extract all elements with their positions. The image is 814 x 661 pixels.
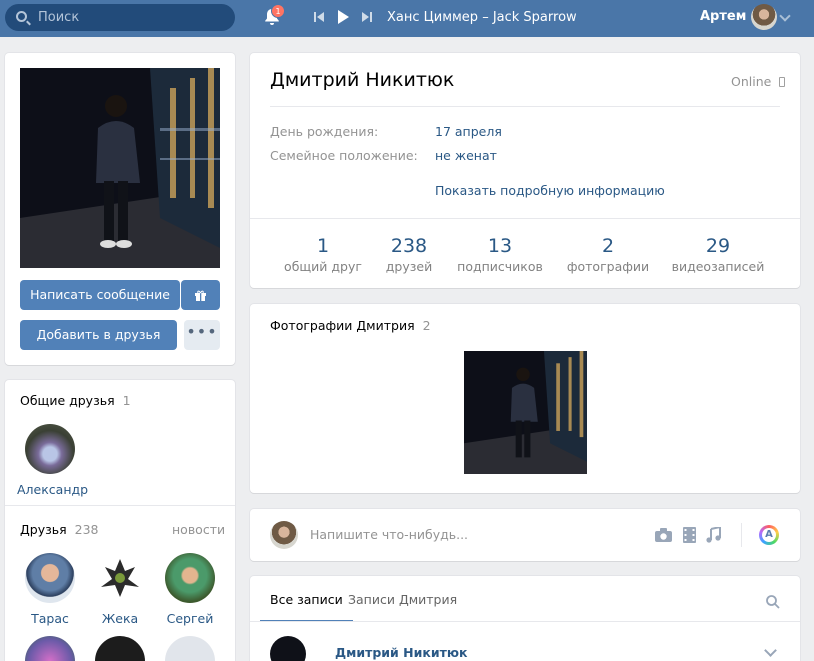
composer-input[interactable]: Напишите что-нибудь... (310, 527, 468, 542)
search-icon[interactable] (766, 595, 780, 609)
gift-icon (195, 290, 206, 301)
friend-name[interactable]: Александр (17, 482, 88, 497)
more-actions-button[interactable]: ••• (184, 320, 220, 350)
music-icon[interactable] (706, 527, 721, 543)
stat-friends[interactable]: 238 друзей (359, 235, 459, 274)
photos-title: Фотографии Дмитрия (270, 318, 415, 333)
camera-icon[interactable] (655, 528, 672, 542)
photos-count: 2 (422, 318, 431, 333)
composer-avatar (270, 521, 298, 549)
friend-avatar-alexandr[interactable] (25, 424, 75, 474)
current-user-avatar[interactable] (751, 4, 777, 30)
friend-name[interactable]: Жека (87, 611, 153, 626)
notification-badge: 1 (271, 4, 285, 18)
friend-avatar-zheka[interactable] (95, 553, 145, 603)
post-composer: Напишите что-нибудь... A (250, 509, 800, 561)
tab-owner-posts[interactable]: Записи Дмитрия (348, 592, 457, 607)
info-label: День рождения: (270, 124, 379, 139)
top-bar: Поиск 1 Ханс Циммер – Jack Sparrow Артем (0, 0, 814, 37)
info-label: Семейное положение: (270, 148, 418, 163)
more-dots-icon: ••• (186, 322, 218, 341)
friend-avatar[interactable] (95, 636, 145, 661)
friends-news-link[interactable]: новости (172, 522, 225, 537)
profile-name: Дмитрий Никитюк (270, 69, 455, 91)
info-value-relationship[interactable]: не женат (435, 148, 497, 163)
post-author-name[interactable]: Дмитрий Никитюк (335, 645, 468, 660)
current-user-name[interactable]: Артем (700, 9, 746, 24)
photo-thumbnail[interactable] (464, 351, 587, 474)
photos-header[interactable]: Фотографии Дмитрия 2 (270, 318, 431, 333)
divider (5, 505, 235, 506)
profile-photo[interactable] (20, 68, 220, 268)
play-icon[interactable] (336, 9, 350, 25)
stat-videos[interactable]: 29 видеозаписей (663, 235, 773, 274)
common-friends-header[interactable]: Общие друзья 1 (20, 393, 131, 408)
now-playing-track[interactable]: Ханс Циммер – Jack Sparrow (387, 10, 577, 25)
divider (741, 523, 742, 547)
common-friends-title: Общие друзья (20, 393, 115, 408)
post-author-avatar[interactable] (270, 636, 306, 661)
info-value-birthday[interactable]: 17 апреля (435, 124, 502, 139)
friend-avatar[interactable] (165, 636, 215, 661)
add-friend-button[interactable]: Добавить в друзья (20, 320, 177, 350)
common-friends-count: 1 (122, 393, 131, 408)
text-style-button[interactable]: A (759, 525, 779, 545)
stat-followers[interactable]: 13 подписчиков (445, 235, 555, 274)
divider (270, 106, 780, 107)
divider (250, 218, 800, 219)
friends-header[interactable]: Друзья 238 (20, 522, 98, 537)
friends-count: 238 (74, 522, 99, 537)
tab-all-posts[interactable]: Все записи (260, 576, 353, 622)
chevron-down-icon[interactable] (779, 10, 791, 22)
mobile-icon (779, 77, 786, 87)
video-icon[interactable] (683, 527, 696, 543)
friend-avatar[interactable] (25, 636, 75, 661)
stat-photos[interactable]: 2 фотографии (558, 235, 658, 274)
next-track-icon[interactable] (361, 10, 373, 24)
search-placeholder: Поиск (38, 10, 80, 25)
search-icon (16, 11, 27, 22)
text-style-letter: A (762, 528, 776, 542)
wall-card: Все записи Записи Дмитрия Дмитрий Никитю… (250, 576, 800, 661)
search-input[interactable]: Поиск (5, 4, 235, 31)
friends-title: Друзья (20, 522, 67, 537)
friend-name[interactable]: Тарас (17, 611, 83, 626)
divider (250, 621, 800, 622)
profile-photo-card: Написать сообщение Добавить в друзья ••• (5, 53, 235, 365)
friend-avatar-sergey[interactable] (165, 553, 215, 603)
write-message-button[interactable]: Написать сообщение (20, 280, 180, 310)
previous-track-icon[interactable] (313, 10, 325, 24)
photos-card: Фотографии Дмитрия 2 (250, 304, 800, 493)
send-gift-button[interactable] (181, 280, 220, 310)
chevron-down-icon[interactable] (764, 644, 777, 657)
show-details-link[interactable]: Показать подробную информацию (435, 183, 665, 198)
stat-common-friends[interactable]: 1 общий друг (273, 235, 373, 274)
friend-name[interactable]: Сергей (157, 611, 223, 626)
friends-card: Общие друзья 1 Александр Друзья 238 ново… (5, 380, 235, 661)
online-status: Online (731, 74, 786, 89)
friend-avatar-taras[interactable] (25, 553, 75, 603)
profile-info-card: Дмитрий Никитюк Online День рождения: 17… (250, 53, 800, 288)
